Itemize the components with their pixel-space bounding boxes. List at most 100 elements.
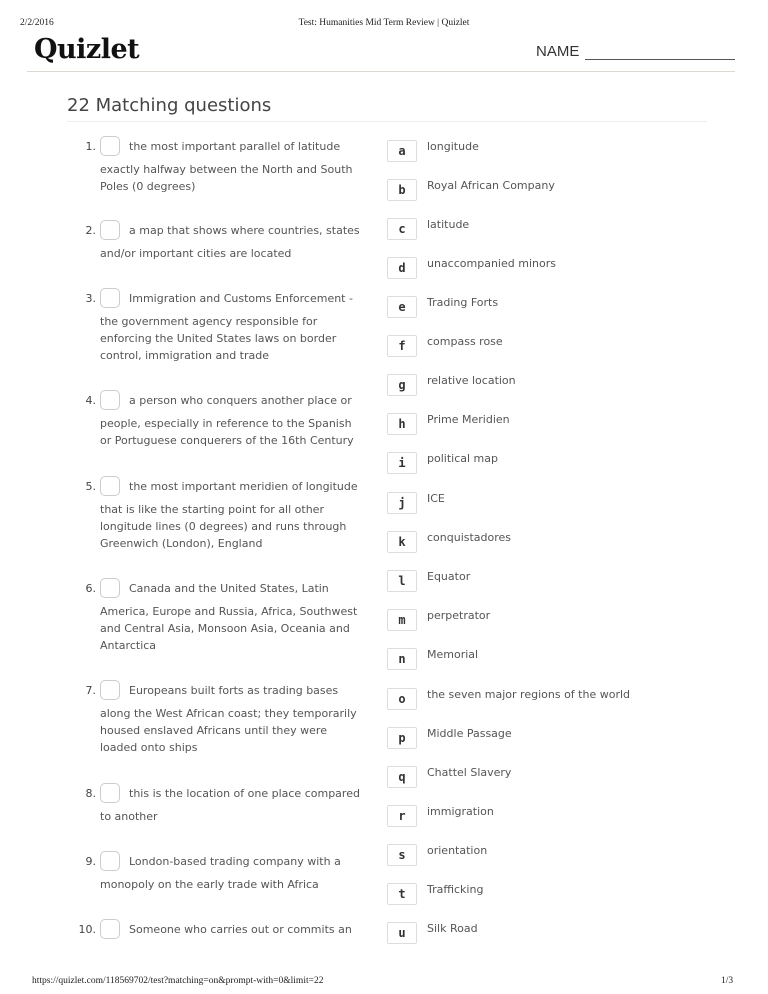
answer-box[interactable]	[100, 390, 120, 410]
answer-text: latitude	[427, 218, 470, 231]
answer-letter: u	[387, 922, 417, 944]
question-number: 1.	[85, 139, 97, 153]
answer-option: c latitude	[387, 217, 469, 240]
question-item: 2. a map that shows where countries, stat…	[70, 218, 360, 262]
answer-option: t Trafficking	[387, 882, 483, 905]
answer-letter: q	[387, 766, 417, 788]
question-number: 3.	[85, 291, 97, 305]
answer-text: relative location	[427, 374, 516, 387]
answer-option: s orientation	[387, 843, 487, 866]
question-text: Europeans built forts as trading bases	[129, 683, 339, 697]
question-item: 1. the most important parallel of latitud…	[70, 134, 360, 195]
answer-option: u Silk Road	[387, 921, 478, 944]
answer-option: r immigration	[387, 804, 494, 827]
answer-letter: b	[387, 179, 417, 201]
answer-text: conquistadores	[427, 531, 512, 544]
question-item: 10. Someone who carries out or commits an	[70, 917, 360, 941]
answer-text: Equator	[427, 570, 471, 583]
answer-letter: g	[387, 374, 417, 396]
answer-box[interactable]	[100, 136, 120, 156]
answer-letter: h	[387, 413, 417, 435]
answer-option: f compass rose	[387, 334, 503, 357]
answer-text: orientation	[427, 844, 488, 857]
answer-text: Trafficking	[427, 883, 484, 896]
question-item: 9. London-based trading company with a mo…	[70, 849, 360, 893]
answer-box[interactable]	[100, 680, 120, 700]
answer-letter: p	[387, 727, 417, 749]
answer-letter: o	[387, 688, 417, 710]
page-number: 1/3	[721, 976, 734, 986]
question-number: 6.	[85, 581, 97, 595]
name-label: NAME	[536, 43, 580, 60]
question-text-continued: people, especially in reference to the S…	[100, 417, 354, 447]
answer-option: j ICE	[387, 491, 445, 514]
answer-box[interactable]	[100, 919, 120, 939]
answer-option: e Trading Forts	[387, 295, 498, 318]
question-number: 7.	[85, 683, 97, 697]
question-number: 10.	[78, 922, 97, 936]
answer-text: the seven major regions of the world	[427, 688, 631, 701]
question-number: 9.	[85, 854, 97, 868]
answer-box[interactable]	[100, 288, 120, 308]
answer-text: perpetrator	[427, 609, 491, 622]
question-text: a person who conquers another place or	[129, 393, 352, 407]
answer-letter: t	[387, 883, 417, 905]
answer-option: q Chattel Slavery	[387, 765, 511, 788]
answer-box[interactable]	[100, 476, 120, 496]
answer-text: Prime Meridien	[427, 413, 510, 426]
name-field: NAME	[536, 42, 736, 60]
answer-text: Middle Passage	[427, 727, 512, 740]
section-divider	[67, 121, 707, 122]
answer-letter: m	[387, 609, 417, 631]
question-text: Immigration and Customs Enforcement -	[129, 291, 353, 305]
answer-text: political map	[427, 452, 498, 465]
question-number: 4.	[85, 393, 97, 407]
answer-option: k conquistadores	[387, 530, 511, 553]
answer-text: longitude	[427, 140, 479, 153]
answer-letter: r	[387, 805, 417, 827]
answer-letter: i	[387, 452, 417, 474]
question-text-continued: along the West African coast; they tempo…	[100, 707, 357, 754]
answer-text: Chattel Slavery	[427, 766, 512, 779]
question-number: 8.	[85, 786, 97, 800]
question-item: 4. a person who conquers another place or…	[70, 388, 360, 449]
answer-option: b Royal African Company	[387, 178, 555, 201]
question-item: 5. the most important meridien of longitu…	[70, 474, 360, 552]
question-text: the most important parallel of latitude	[129, 139, 341, 153]
answer-box[interactable]	[100, 851, 120, 871]
answer-option: m perpetrator	[387, 608, 490, 631]
answer-letter: j	[387, 492, 417, 514]
answer-box[interactable]	[100, 783, 120, 803]
answer-letter: e	[387, 296, 417, 318]
answer-text: Memorial	[427, 648, 479, 661]
answer-option: i political map	[387, 451, 498, 474]
question-text-continued: that is like the starting point for all …	[100, 503, 347, 550]
answer-option: h Prime Meridien	[387, 412, 510, 435]
question-text-continued: to another	[100, 810, 158, 823]
answer-box[interactable]	[100, 578, 120, 598]
answer-box[interactable]	[100, 220, 120, 240]
answer-option: a longitude	[387, 139, 479, 162]
answer-option: p Middle Passage	[387, 726, 512, 749]
quizlet-logo: Quizlet	[34, 34, 140, 65]
answer-option: n Memorial	[387, 647, 478, 670]
answer-letter: f	[387, 335, 417, 357]
answer-option: o the seven major regions of the world	[387, 687, 630, 710]
question-item: 8. this is the location of one place comp…	[70, 781, 360, 825]
question-text-continued: America, Europe and Russia, Africa, Sout…	[100, 605, 358, 652]
print-title: Test: Humanities Mid Term Review | Quizl…	[298, 18, 470, 28]
question-number: 2.	[85, 223, 97, 237]
question-item: 3. Immigration and Customs Enforcement - …	[70, 286, 360, 364]
question-text-continued: exactly halfway between the North and So…	[100, 163, 353, 193]
question-number: 5.	[85, 479, 97, 493]
answer-text: Royal African Company	[427, 179, 555, 192]
answer-letter: d	[387, 257, 417, 279]
print-footer-url: https://quizlet.com/118569702/test?match…	[32, 976, 324, 986]
question-item: 7. Europeans built forts as trading bases…	[70, 678, 360, 756]
question-text: a map that shows where countries, states	[129, 223, 360, 237]
question-text: this is the location of one place compar…	[129, 786, 360, 800]
answer-letter: s	[387, 844, 417, 866]
answer-option: d unaccompanied minors	[387, 256, 556, 279]
answer-option: l Equator	[387, 569, 470, 592]
answer-letter: c	[387, 218, 417, 240]
